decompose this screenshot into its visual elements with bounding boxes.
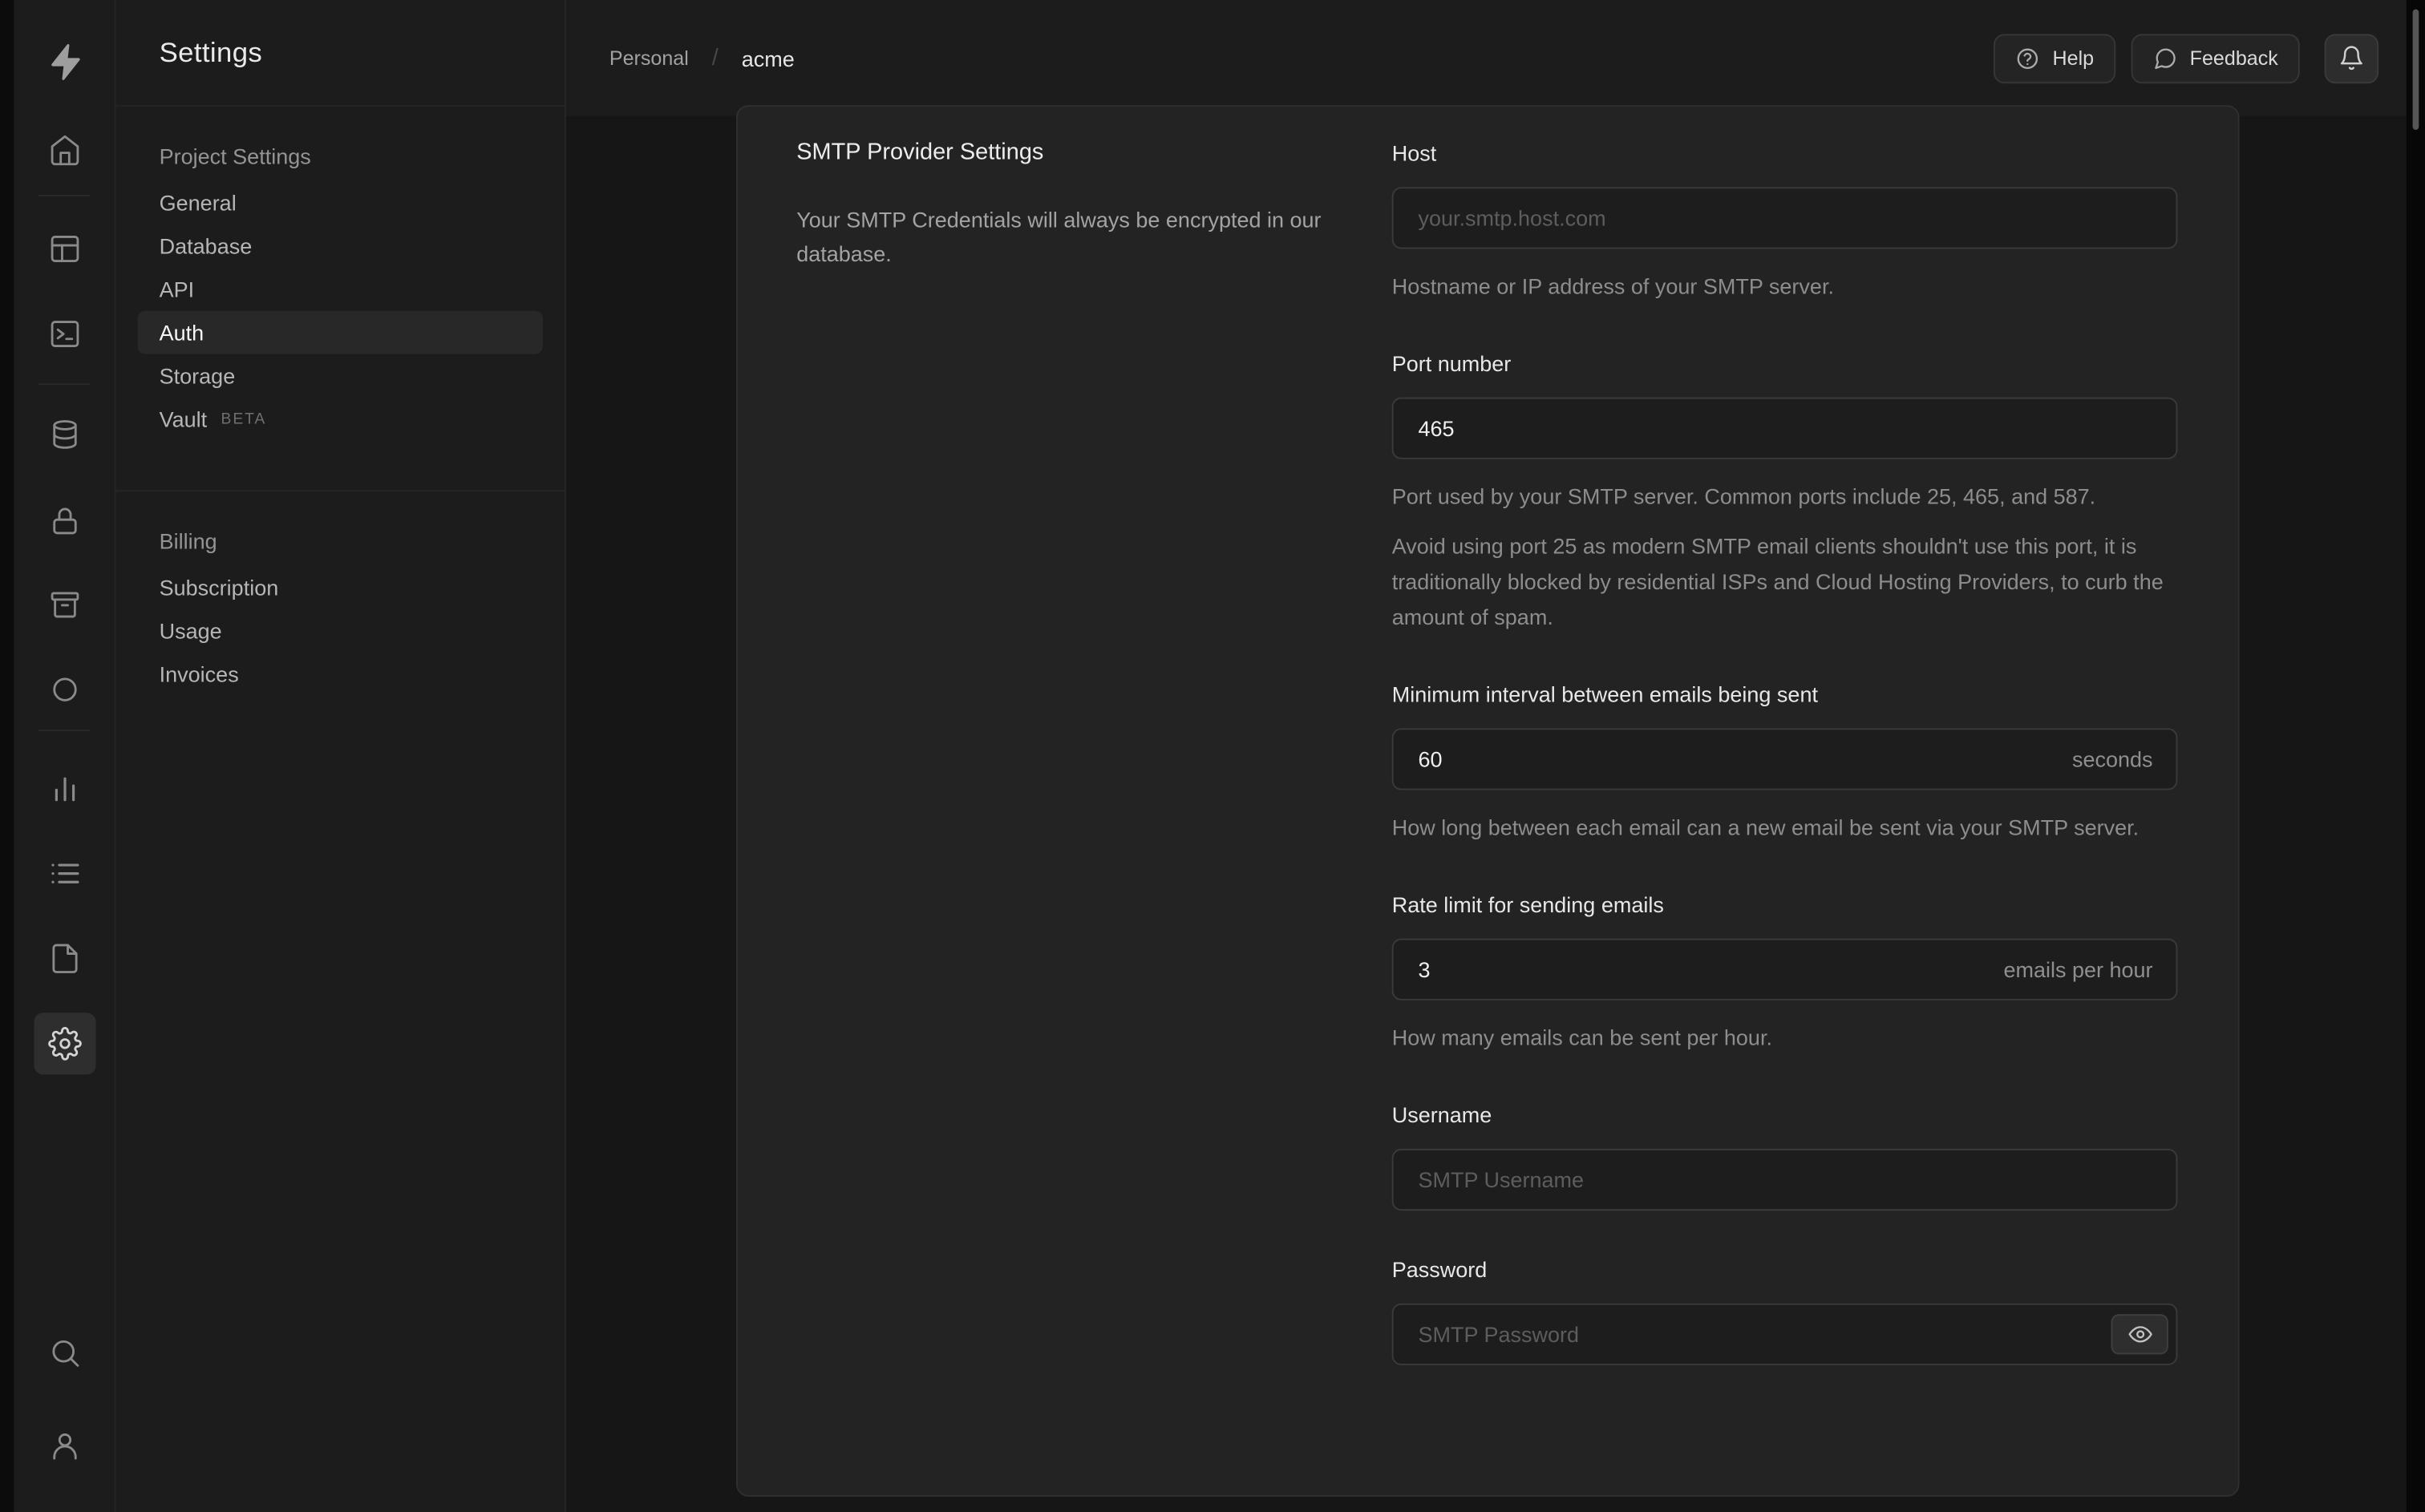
rail-divider — [38, 383, 90, 386]
page-title: Settings — [159, 36, 263, 67]
help-circle-icon — [2015, 46, 2040, 71]
rail-divider — [38, 730, 90, 732]
section-heading-project-settings: Project Settings — [159, 144, 311, 169]
rate-limit-label: Rate limit for sending emails — [1391, 891, 1664, 917]
interval-help: How long between each email can a new em… — [1391, 815, 2140, 840]
top-header: Personal / acme Help Feedback — [565, 0, 2407, 116]
sidebar-item-database[interactable]: Database — [138, 224, 543, 268]
edge-functions-icon[interactable] — [33, 659, 95, 721]
smtp-form: Host Hostname or IP address of your SMTP… — [1391, 138, 2178, 1365]
settings-icon[interactable] — [33, 1013, 95, 1075]
sidebar-item-storage[interactable]: Storage — [138, 354, 543, 398]
help-button[interactable]: Help — [1994, 33, 2116, 83]
scrollbar-track — [2406, 0, 2425, 1512]
sidebar-divider — [115, 490, 565, 492]
sidebar-header: Settings — [115, 0, 565, 107]
database-icon[interactable] — [33, 403, 95, 465]
rail-divider — [38, 194, 90, 196]
username-label: Username — [1391, 1102, 1492, 1127]
settings-sidebar: Settings Project Settings General Databa… — [115, 0, 566, 1512]
docs-icon[interactable] — [33, 928, 95, 989]
eye-icon — [2127, 1322, 2152, 1347]
header-actions: Help Feedback — [1994, 33, 2379, 83]
host-input[interactable] — [1391, 187, 2178, 249]
section-heading-billing: Billing — [159, 528, 217, 554]
notifications-button[interactable] — [2324, 33, 2379, 83]
password-input[interactable] — [1391, 1303, 2178, 1365]
settings-nav: Project Settings General Database API Au… — [115, 107, 565, 696]
section-description: Your SMTP Credentials will always be enc… — [796, 207, 1322, 266]
sidebar-item-api[interactable]: API — [138, 268, 543, 311]
interval-input[interactable] — [1391, 728, 2178, 790]
breadcrumb-org[interactable]: Personal — [609, 46, 689, 70]
port-field-group: Port number Port used by your SMTP serve… — [1391, 348, 2178, 636]
bell-icon — [2338, 45, 2365, 71]
port-label: Port number — [1391, 350, 1512, 376]
username-input[interactable] — [1391, 1148, 2178, 1211]
window-left-edge — [0, 0, 14, 1512]
table-editor-icon[interactable] — [33, 218, 95, 280]
password-label: Password — [1391, 1256, 1488, 1282]
username-field-group: Username — [1391, 1099, 2178, 1211]
rate-limit-input[interactable] — [1391, 938, 2178, 1001]
breadcrumb-project[interactable]: acme — [742, 46, 795, 71]
toggle-password-visibility-button[interactable] — [2111, 1314, 2168, 1355]
help-button-label: Help — [2052, 46, 2095, 70]
sidebar-item-invoices[interactable]: Invoices — [138, 653, 543, 696]
host-help: Hostname or IP address of your SMTP serv… — [1391, 273, 1834, 299]
breadcrumb: Personal / acme — [609, 45, 795, 71]
sidebar-item-general[interactable]: General — [138, 181, 543, 224]
section-intro: SMTP Provider Settings Your SMTP Credent… — [796, 138, 1333, 1365]
feedback-button[interactable]: Feedback — [2131, 33, 2300, 83]
search-icon[interactable] — [33, 1322, 95, 1384]
rate-limit-help: How many emails can be sent per hour. — [1391, 1025, 1772, 1050]
feedback-button-label: Feedback — [2189, 46, 2278, 70]
port-note: Avoid using port 25 as modern SMTP email… — [1391, 533, 2164, 629]
logs-icon[interactable] — [33, 843, 95, 904]
sidebar-item-usage[interactable]: Usage — [138, 609, 543, 653]
speech-bubble-icon — [2152, 46, 2177, 71]
smtp-settings-panel: SMTP Provider Settings Your SMTP Credent… — [735, 105, 2240, 1497]
interval-field-group: Minimum interval between emails being se… — [1391, 679, 2178, 846]
sql-editor-icon[interactable] — [33, 303, 95, 365]
auth-icon[interactable] — [33, 490, 95, 552]
port-input[interactable] — [1391, 397, 2178, 459]
reports-icon[interactable] — [33, 758, 95, 819]
sidebar-item-auth[interactable]: Auth — [137, 310, 543, 354]
storage-icon[interactable] — [33, 573, 95, 635]
sidebar-item-subscription[interactable]: Subscription — [138, 566, 543, 609]
rate-limit-field-group: Rate limit for sending emails emails per… — [1391, 889, 2178, 1056]
password-field-group: Password — [1391, 1254, 2178, 1365]
interval-label: Minimum interval between emails being se… — [1391, 681, 1818, 707]
scrollbar-thumb[interactable] — [2412, 9, 2419, 130]
home-icon[interactable] — [33, 119, 95, 180]
icon-rail — [14, 0, 116, 1512]
user-icon[interactable] — [33, 1415, 95, 1477]
host-label: Host — [1391, 140, 1437, 166]
port-help: Port used by your SMTP server. Common po… — [1391, 483, 2096, 509]
sidebar-item-vault[interactable]: Vault BETA — [138, 398, 543, 441]
app-window: Personal / acme Help Feedback Settings P… — [0, 0, 2425, 1512]
beta-badge: BETA — [221, 410, 267, 428]
breadcrumb-separator-icon: / — [711, 44, 719, 71]
supabase-logo[interactable] — [36, 34, 91, 89]
section-title: SMTP Provider Settings — [796, 139, 1044, 166]
host-field-group: Host Hostname or IP address of your SMTP… — [1391, 138, 2178, 305]
